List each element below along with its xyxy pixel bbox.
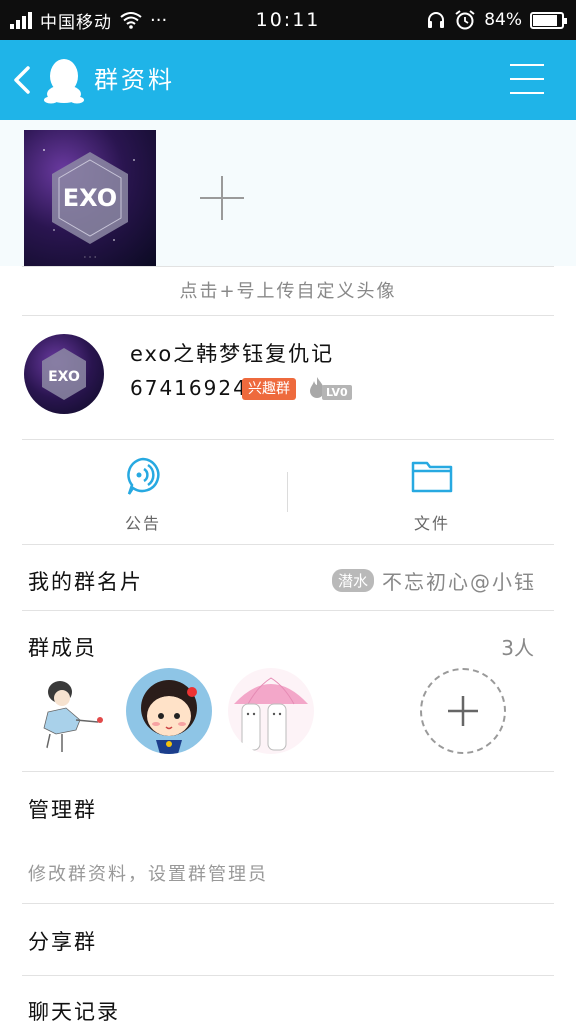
svg-text:EXO: EXO xyxy=(63,184,117,212)
battery-icon xyxy=(530,11,567,29)
manage-group-row[interactable]: 管理群 修改群资料，设置群管理员 xyxy=(0,772,576,902)
group-cover-photo[interactable]: EXO · · · xyxy=(24,130,156,266)
member-avatar[interactable] xyxy=(228,668,314,754)
add-photo-icon[interactable] xyxy=(198,174,246,222)
my-group-card-label: 我的群名片 xyxy=(28,570,143,594)
folder-icon xyxy=(411,461,453,493)
back-arrow-icon[interactable] xyxy=(8,60,38,100)
add-member-button[interactable] xyxy=(420,668,506,754)
divider xyxy=(22,610,554,611)
my-group-card-value: 不忘初心@小钰 xyxy=(382,570,536,594)
exo-logo-image: EXO · · · xyxy=(43,149,135,262)
avatar-upload-area: EXO · · · xyxy=(0,120,576,266)
action-divider xyxy=(287,472,288,512)
lurker-badge: 潜水 xyxy=(331,569,374,592)
group-avatar[interactable]: EXO xyxy=(24,334,104,414)
group-info[interactable]: EXO exo之韩梦钰复仇记 674169240 兴趣群 LV0 xyxy=(0,316,576,440)
menu-icon[interactable] xyxy=(510,64,544,96)
page-title: 群资料 xyxy=(94,66,175,94)
upload-hint: 点击+号上传自定义头像 xyxy=(22,266,554,316)
svg-text:· · ·: · · · xyxy=(84,253,97,262)
group-name: exo之韩梦钰复仇记 xyxy=(130,342,335,366)
qq-penguin-icon xyxy=(44,59,84,104)
group-members-section[interactable]: 群成员 3人 xyxy=(0,612,576,770)
member-count: 3人 xyxy=(501,636,534,660)
headphones-icon xyxy=(428,12,445,28)
share-group-label: 分享群 xyxy=(28,930,97,954)
battery-percent: 84% xyxy=(484,10,522,30)
svg-text:EXO: EXO xyxy=(48,369,80,385)
plus-icon xyxy=(448,696,478,726)
group-type-badge: 兴趣群 xyxy=(242,378,296,400)
status-bar: 中国移动 ··· 10:11 84% xyxy=(0,0,576,40)
files-label: 文件 xyxy=(413,514,450,533)
navigation-bar: 群资料 xyxy=(0,40,576,120)
alarm-icon xyxy=(455,10,475,30)
announcement-icon xyxy=(127,457,160,495)
announcement-label: 公告 xyxy=(124,514,161,533)
member-avatar[interactable] xyxy=(26,668,112,754)
group-level-badge: LV0 xyxy=(308,376,352,400)
my-group-card-row[interactable]: 我的群名片 潜水 不忘初心@小钰 xyxy=(0,546,576,610)
files-button[interactable]: 文件 xyxy=(382,456,482,534)
chat-history-row[interactable]: 聊天记录 xyxy=(0,976,576,1024)
manage-group-label: 管理群 xyxy=(28,798,97,822)
share-group-row[interactable]: 分享群 xyxy=(0,904,576,974)
member-avatar[interactable] xyxy=(126,668,212,754)
group-members-label: 群成员 xyxy=(28,636,97,660)
announcement-button[interactable]: 公告 xyxy=(93,456,193,534)
level-label: LV0 xyxy=(322,384,352,400)
chat-history-label: 聊天记录 xyxy=(28,1000,120,1024)
divider xyxy=(22,544,554,545)
manage-group-subtitle: 修改群资料，设置群管理员 xyxy=(28,864,268,885)
action-row: 公告 文件 xyxy=(0,440,576,544)
